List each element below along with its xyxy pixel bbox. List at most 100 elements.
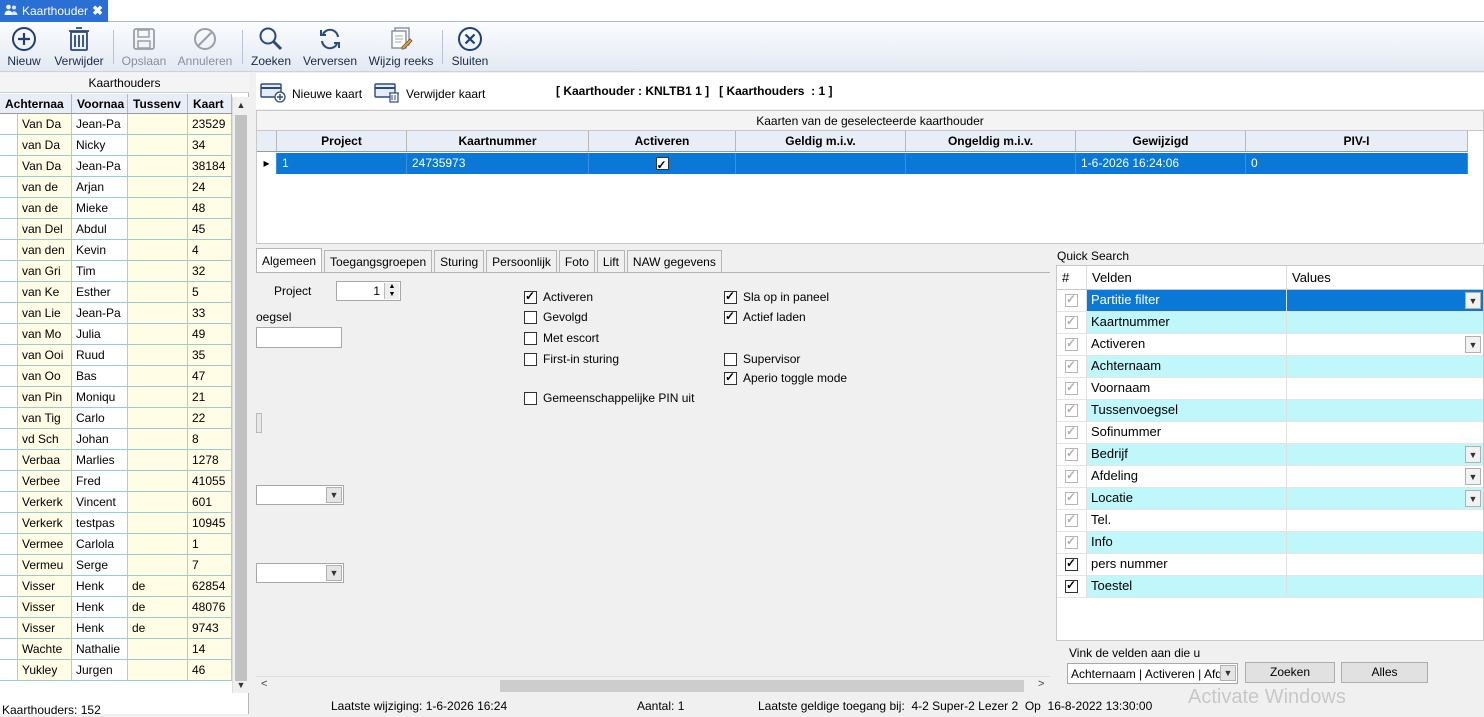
row-header[interactable] bbox=[0, 408, 18, 428]
row-check-cell[interactable] bbox=[1057, 400, 1087, 421]
checkbox-gemeenschappelijke-pin-uit[interactable]: Gemeenschappelijke PIN uit bbox=[524, 391, 694, 405]
field-checkbox[interactable] bbox=[1065, 512, 1078, 527]
field-checkbox[interactable] bbox=[1065, 358, 1078, 373]
close-tab-icon[interactable]: ✖ bbox=[92, 3, 103, 19]
refresh-button[interactable]: Verversen bbox=[302, 22, 358, 72]
row-header[interactable] bbox=[0, 555, 18, 575]
row-check-cell[interactable] bbox=[1057, 422, 1087, 443]
row-check-cell[interactable] bbox=[1057, 378, 1087, 399]
table-row[interactable]: van Oo Bas 47 bbox=[0, 366, 232, 387]
row-header[interactable] bbox=[0, 576, 18, 596]
row-check-cell[interactable] bbox=[1057, 488, 1087, 509]
checkbox-aperio-toggle-mode[interactable]: Aperio toggle mode bbox=[724, 370, 847, 385]
row-header[interactable] bbox=[0, 534, 18, 554]
row-header[interactable] bbox=[0, 303, 18, 323]
quick-search-row[interactable]: Tel. bbox=[1057, 510, 1483, 532]
row-header[interactable] bbox=[0, 156, 18, 176]
field-checkbox[interactable] bbox=[1065, 490, 1078, 505]
row-header[interactable] bbox=[0, 597, 18, 617]
row-header[interactable] bbox=[0, 219, 18, 239]
checkbox-supervisor[interactable]: Supervisor bbox=[724, 352, 800, 366]
table-row[interactable]: van Ke Esther 5 bbox=[0, 282, 232, 303]
table-row[interactable]: van Del Abdul 45 bbox=[0, 219, 232, 240]
table-row[interactable]: van Pin Moniqu 21 bbox=[0, 387, 232, 408]
column-header-project[interactable]: Project bbox=[277, 131, 407, 151]
field-checkbox[interactable] bbox=[1065, 578, 1078, 593]
row-header[interactable] bbox=[0, 513, 18, 533]
tab-toegangsgroepen[interactable]: Toegangsgroepen bbox=[324, 250, 433, 272]
checkbox-box[interactable] bbox=[724, 289, 737, 304]
project-stepper[interactable]: 1 ▲ ▼ bbox=[336, 281, 401, 301]
column-header-tussenvoegsel[interactable]: Tussenv bbox=[128, 94, 188, 113]
row-header[interactable] bbox=[0, 114, 18, 134]
row-check-cell[interactable] bbox=[1057, 444, 1087, 465]
column-header-gewijzigd[interactable]: Gewijzigd bbox=[1076, 131, 1246, 151]
row-header[interactable] bbox=[0, 345, 18, 365]
horizontal-scrollbar[interactable]: < > bbox=[256, 676, 1050, 694]
field-checkbox[interactable] bbox=[1065, 314, 1078, 329]
field-value-cell[interactable] bbox=[1287, 554, 1483, 575]
table-row[interactable]: Visser Henk de 9743 bbox=[0, 618, 232, 639]
row-header[interactable] bbox=[0, 177, 18, 197]
chevron-down-icon[interactable]: ▼ bbox=[1465, 468, 1481, 485]
table-row[interactable]: Wachte Nathalie 14 bbox=[0, 639, 232, 660]
chevron-down-icon[interactable]: ▼ bbox=[1465, 292, 1481, 309]
new-card-button[interactable]: Nieuwe kaart bbox=[260, 81, 362, 106]
field-checkbox[interactable] bbox=[1065, 468, 1078, 483]
collapsed-field[interactable] bbox=[256, 413, 262, 433]
field-value-cell[interactable]: ▼ bbox=[1287, 488, 1483, 509]
row-check-cell[interactable] bbox=[1057, 510, 1087, 531]
quick-search-row[interactable]: Achternaam bbox=[1057, 356, 1483, 378]
table-row[interactable]: vd Sch Johan 8 bbox=[0, 429, 232, 450]
quick-search-row[interactable]: Toestel bbox=[1057, 576, 1483, 598]
field-value-cell[interactable] bbox=[1287, 576, 1483, 597]
tab-kaarthouder[interactable]: Kaarthouder ✖ bbox=[0, 0, 108, 22]
row-header[interactable] bbox=[0, 135, 18, 155]
tab-sturing[interactable]: Sturing bbox=[434, 250, 485, 272]
quick-search-row[interactable]: Afdeling ▼ bbox=[1057, 466, 1483, 488]
scroll-right-icon[interactable]: > bbox=[1038, 678, 1044, 690]
table-row[interactable]: van Mo Julia 49 bbox=[0, 324, 232, 345]
activeren-checkbox[interactable] bbox=[655, 155, 669, 174]
checkbox-sla-op-in-paneel[interactable]: Sla op in paneel bbox=[724, 289, 829, 304]
table-row[interactable]: van Da Nicky 34 bbox=[0, 135, 232, 156]
table-row[interactable]: Verkerk testpas 10945 bbox=[0, 513, 232, 534]
delete-button[interactable]: Verwijder bbox=[52, 22, 106, 72]
stepper-arrows-icon[interactable]: ▲ ▼ bbox=[384, 283, 399, 299]
tab-naw-gegevens[interactable]: NAW gegevens bbox=[626, 250, 722, 272]
field-value-cell[interactable] bbox=[1287, 312, 1483, 333]
checkbox-box[interactable] bbox=[524, 391, 537, 405]
scrollbar-thumb[interactable] bbox=[500, 680, 1024, 692]
row-check-cell[interactable] bbox=[1057, 290, 1087, 311]
table-row[interactable]: Visser Henk de 62854 bbox=[0, 576, 232, 597]
field-value-cell[interactable] bbox=[1287, 356, 1483, 377]
table-row[interactable]: van Tig Carlo 22 bbox=[0, 408, 232, 429]
field-value-cell[interactable] bbox=[1287, 400, 1483, 421]
field-checkbox[interactable] bbox=[1065, 292, 1078, 307]
field-checkbox[interactable] bbox=[1065, 446, 1078, 461]
row-header[interactable] bbox=[0, 282, 18, 302]
row-check-cell[interactable] bbox=[1057, 466, 1087, 487]
field-value-cell[interactable] bbox=[1287, 422, 1483, 443]
row-header[interactable] bbox=[0, 261, 18, 281]
field-checkbox[interactable] bbox=[1065, 556, 1078, 571]
row-header[interactable] bbox=[0, 660, 18, 680]
table-row[interactable]: Visser Henk de 48076 bbox=[0, 597, 232, 618]
row-header[interactable] bbox=[0, 429, 18, 449]
column-header-values[interactable]: Values bbox=[1287, 266, 1483, 289]
cell-activeren[interactable] bbox=[589, 153, 736, 174]
row-check-cell[interactable] bbox=[1057, 312, 1087, 333]
row-header[interactable] bbox=[0, 366, 18, 386]
quick-search-row[interactable]: Bedrijf ▼ bbox=[1057, 444, 1483, 466]
table-row[interactable]: ▸ 1 24735973 1-6-2026 16:24:06 0 bbox=[257, 153, 1468, 174]
column-header-kaartnummer[interactable]: Kaartnummer bbox=[407, 131, 589, 151]
table-row[interactable]: Vermee Carlola 1 bbox=[0, 534, 232, 555]
column-header-voornaam[interactable]: Voornaa bbox=[72, 94, 128, 113]
checkbox-first-in-sturing[interactable]: First-in sturing bbox=[524, 352, 619, 366]
field-value-cell[interactable] bbox=[1287, 510, 1483, 531]
row-header[interactable] bbox=[0, 240, 18, 260]
checkbox-actief-laden[interactable]: Actief laden bbox=[724, 309, 806, 324]
quick-search-row[interactable]: Info bbox=[1057, 532, 1483, 554]
quick-search-row[interactable]: Activeren ▼ bbox=[1057, 334, 1483, 356]
column-header-achternaam[interactable]: Achternaa bbox=[0, 94, 72, 113]
